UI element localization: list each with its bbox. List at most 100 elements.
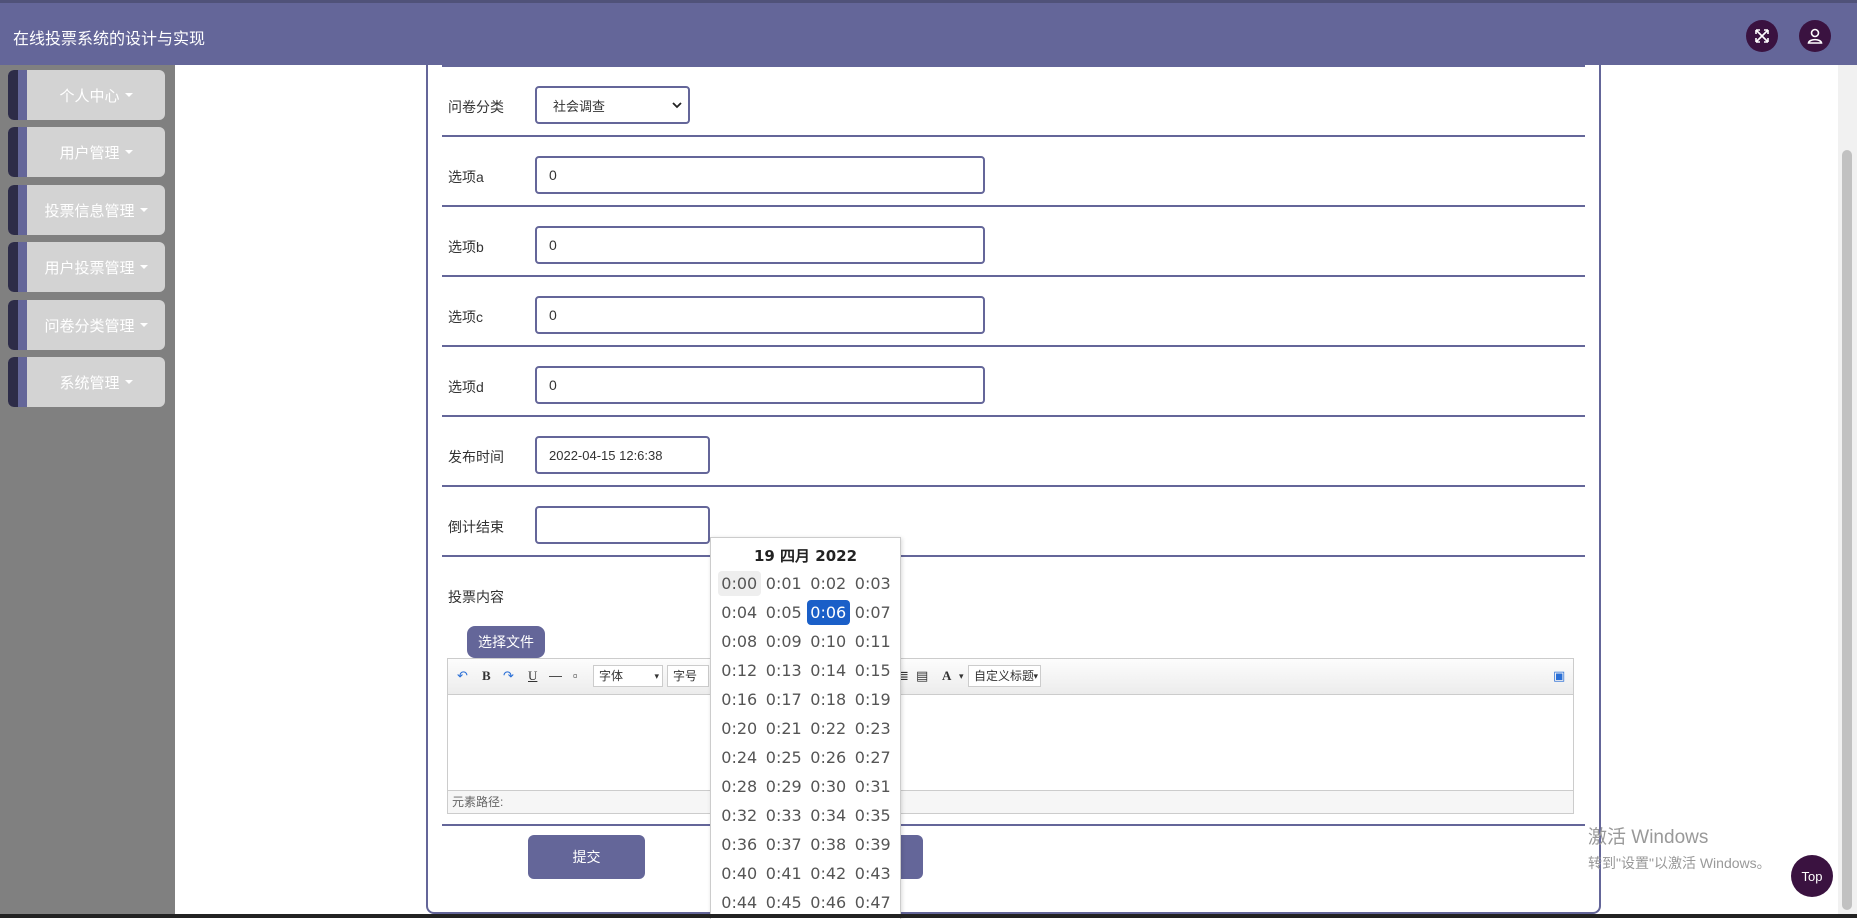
option-d-label: 选项d: [448, 379, 484, 395]
sidebar-item-user-management[interactable]: 用户管理: [8, 127, 165, 177]
vote-content-label: 投票内容: [448, 589, 504, 605]
custom-heading-select[interactable]: 自定义标题 ▾: [968, 665, 1041, 687]
font-size-select[interactable]: 字号: [667, 665, 709, 687]
time-option[interactable]: 0:33: [763, 803, 806, 828]
scrollbar-thumb[interactable]: [1842, 150, 1852, 910]
sidebar-item-survey-category-management[interactable]: 问卷分类管理: [8, 300, 165, 350]
time-option[interactable]: 0:30: [807, 774, 850, 799]
time-option[interactable]: 0:34: [807, 803, 850, 828]
option-b-input[interactable]: 0: [535, 226, 985, 264]
countdown-end-input[interactable]: [535, 506, 710, 544]
time-option[interactable]: 0:23: [852, 716, 895, 741]
sidebar-item-label: 问卷分类管理: [44, 317, 135, 335]
divider: [442, 65, 1585, 67]
font-family-value: 字体: [599, 669, 624, 683]
time-option[interactable]: 0:20: [718, 716, 761, 741]
bold-button[interactable]: B: [482, 668, 491, 684]
time-option[interactable]: 0:45: [763, 890, 806, 915]
time-option[interactable]: 0:35: [852, 803, 895, 828]
caret-down-icon: [139, 265, 148, 269]
publish-time-input[interactable]: 2022-04-15 12:6:38: [535, 436, 710, 474]
font-size-value: 字号: [673, 669, 698, 683]
time-option[interactable]: 0:32: [718, 803, 761, 828]
time-option[interactable]: 0:17: [763, 687, 806, 712]
time-option[interactable]: 0:42: [807, 861, 850, 886]
choose-file-button[interactable]: 选择文件: [467, 626, 545, 658]
document-icon[interactable]: ▫: [573, 668, 578, 683]
time-option[interactable]: 0:05: [763, 600, 806, 625]
back-to-top-button[interactable]: Top: [1791, 855, 1833, 897]
time-option[interactable]: 0:15: [852, 658, 895, 683]
watermark-title: 激活 Windows: [1588, 827, 1709, 848]
publish-time-label: 发布时间: [448, 449, 504, 465]
time-option[interactable]: 0:36: [718, 832, 761, 857]
category-select-value: 社会调查: [553, 98, 606, 114]
divider: [442, 345, 1585, 347]
sidebar-item-user-vote-management[interactable]: 用户投票管理: [8, 242, 165, 292]
user-icon: [1807, 28, 1823, 44]
time-option[interactable]: 0:31: [852, 774, 895, 799]
option-a-label: 选项a: [448, 169, 484, 185]
time-option[interactable]: 0:14: [807, 658, 850, 683]
time-option[interactable]: 0:43: [852, 861, 895, 886]
divider: [442, 824, 1585, 826]
time-option[interactable]: 0:08: [718, 629, 761, 654]
time-option[interactable]: 0:07: [852, 600, 895, 625]
time-option[interactable]: 0:27: [852, 745, 895, 770]
sidebar-item-system-management[interactable]: 系统管理: [8, 357, 165, 407]
time-option[interactable]: 0:16: [718, 687, 761, 712]
font-color-dropdown-icon[interactable]: ▾: [959, 671, 964, 682]
category-select[interactable]: 社会调查: [535, 86, 690, 124]
time-option[interactable]: 0:10: [807, 629, 850, 654]
time-option[interactable]: 0:39: [852, 832, 895, 857]
time-option[interactable]: 0:46: [807, 890, 850, 915]
font-family-select[interactable]: 字体 ▾: [593, 665, 663, 687]
user-button[interactable]: [1799, 20, 1831, 52]
fullscreen-editor-icon[interactable]: ▣: [1553, 668, 1565, 684]
editor-content-area[interactable]: [448, 694, 1573, 791]
time-option[interactable]: 0:21: [763, 716, 806, 741]
time-option[interactable]: 0:18: [807, 687, 850, 712]
time-option[interactable]: 0:37: [763, 832, 806, 857]
option-a-input[interactable]: 0: [535, 156, 985, 194]
font-color-button[interactable]: A: [942, 668, 951, 684]
time-option[interactable]: 0:13: [763, 658, 806, 683]
time-option[interactable]: 0:00: [718, 571, 761, 596]
time-option[interactable]: 0:01: [763, 571, 806, 596]
option-c-input[interactable]: 0: [535, 296, 985, 334]
time-option[interactable]: 0:24: [718, 745, 761, 770]
sidebar-item-personal-center[interactable]: 个人中心: [8, 70, 165, 120]
time-option[interactable]: 0:04: [718, 600, 761, 625]
horizontal-rule-icon[interactable]: —: [549, 668, 562, 683]
underline-button[interactable]: U: [528, 668, 537, 684]
time-option[interactable]: 0:11: [852, 629, 895, 654]
time-option[interactable]: 0:02: [807, 571, 850, 596]
time-option[interactable]: 0:09: [763, 629, 806, 654]
divider: [442, 135, 1585, 137]
fullscreen-button[interactable]: [1746, 20, 1778, 52]
time-option[interactable]: 0:44: [718, 890, 761, 915]
divider: [442, 205, 1585, 207]
time-option[interactable]: 0:47: [852, 890, 895, 915]
time-option[interactable]: 0:25: [763, 745, 806, 770]
time-option[interactable]: 0:38: [807, 832, 850, 857]
justify-icon[interactable]: ▤: [916, 668, 928, 684]
time-option[interactable]: 0:22: [807, 716, 850, 741]
submit-button[interactable]: 提交: [528, 835, 645, 879]
time-option[interactable]: 0:06: [807, 600, 850, 625]
time-option[interactable]: 0:26: [807, 745, 850, 770]
time-option[interactable]: 0:29: [763, 774, 806, 799]
undo-icon[interactable]: ↶: [457, 668, 468, 684]
time-option[interactable]: 0:41: [763, 861, 806, 886]
time-option[interactable]: 0:19: [852, 687, 895, 712]
time-option[interactable]: 0:12: [718, 658, 761, 683]
sidebar-item-vote-info-management[interactable]: 投票信息管理: [8, 185, 165, 235]
divider: [442, 485, 1585, 487]
redo-icon[interactable]: ↷: [503, 668, 514, 684]
time-option[interactable]: 0:28: [718, 774, 761, 799]
option-d-input[interactable]: 0: [535, 366, 985, 404]
time-option[interactable]: 0:40: [718, 861, 761, 886]
divider: [442, 555, 1585, 557]
divider: [442, 275, 1585, 277]
time-option[interactable]: 0:03: [852, 571, 895, 596]
